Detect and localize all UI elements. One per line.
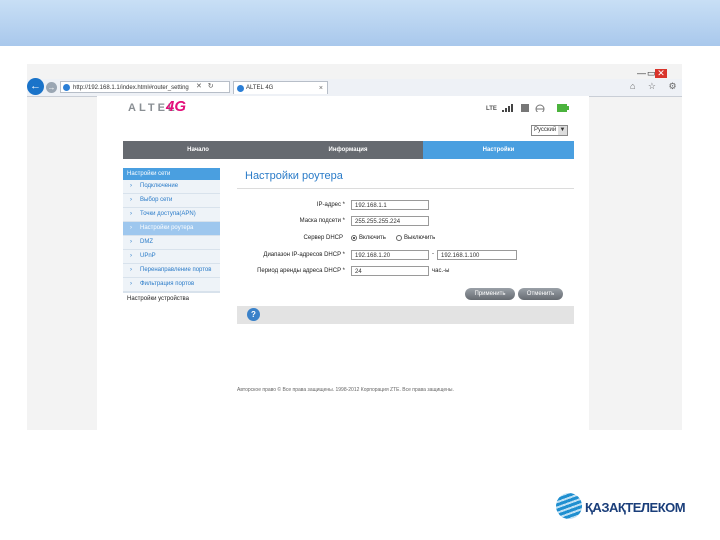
tab-close-icon[interactable]: ×: [319, 82, 323, 95]
close-icon[interactable]: ✕: [655, 69, 667, 78]
brand-name: ҚАЗАҚТЕЛЕКОМ: [585, 500, 686, 515]
altel-4g-logo: 4G: [166, 98, 187, 115]
sidebar-item-dmz[interactable]: DMZ: [123, 236, 220, 250]
nav-tab-home[interactable]: Начало: [123, 141, 273, 159]
minimize-icon[interactable]: —: [637, 69, 646, 78]
sidebar-item-port-forwarding[interactable]: Перенаправление портов: [123, 264, 220, 278]
nav-tab-info[interactable]: Информация: [273, 141, 423, 159]
dhcp-on-label: Включить: [359, 235, 386, 241]
browser-icons[interactable]: ⌂ ☆ ⚙: [630, 81, 682, 92]
apply-button[interactable]: Применить: [465, 288, 515, 300]
sidebar-item-router-settings[interactable]: Настройки роутера: [123, 222, 220, 236]
range-from-input[interactable]: 192.168.1.20: [351, 250, 429, 260]
dhcp-off-label: Выключить: [404, 235, 436, 241]
sidebar-item-network-select[interactable]: Выбор сети: [123, 194, 220, 208]
lease-unit: час.-ы: [432, 268, 450, 274]
sidebar-item-port-filter[interactable]: Фильтрация портов: [123, 278, 220, 292]
cancel-button[interactable]: Отменить: [518, 288, 563, 300]
ip-label: IP-адрес *: [316, 202, 345, 208]
dhcp-off-radio[interactable]: [396, 235, 402, 241]
sidebar-item-apn[interactable]: Точки доступа(APN): [123, 208, 220, 222]
chevron-down-icon: ▼: [558, 126, 567, 135]
address-tools[interactable]: ✕ ↻: [196, 82, 216, 90]
address-text: http://192.168.1.1/index.html#router_set…: [73, 85, 189, 91]
mask-label: Маска подсети *: [299, 218, 345, 224]
top-banner: [0, 0, 720, 46]
globe-icon: [535, 104, 545, 112]
network-type: LTE: [486, 106, 497, 112]
range-separator: -: [432, 251, 434, 257]
dhcp-on-radio[interactable]: [351, 235, 357, 241]
range-to-input[interactable]: 192.168.1.100: [437, 250, 517, 260]
mask-input[interactable]: 255.255.255.224: [351, 216, 429, 226]
sidebar: Настройки сети Подключение Выбор сети То…: [123, 168, 220, 305]
lease-input[interactable]: 24: [351, 266, 429, 276]
ip-input[interactable]: 192.168.1.1: [351, 200, 429, 210]
lease-label: Период аренды адреса DHCP *: [257, 268, 345, 274]
signal-icon: [502, 104, 513, 112]
nav-tab-settings[interactable]: Настройки: [423, 141, 574, 159]
battery-icon: [557, 104, 569, 112]
forward-icon[interactable]: →: [46, 82, 57, 93]
sidebar-item-connection[interactable]: Подключение: [123, 180, 220, 194]
back-icon[interactable]: ←: [27, 78, 44, 95]
ie-icon: [63, 84, 70, 91]
help-bar: [237, 306, 574, 324]
help-icon[interactable]: ?: [247, 308, 260, 321]
browser-tab[interactable]: ALTEL 4G ×: [233, 81, 328, 94]
dhcp-label: Сервер DHCP: [303, 235, 343, 241]
kazakhtelecom-logo-icon: [556, 493, 582, 519]
title-divider: [237, 188, 574, 189]
language-select[interactable]: Русский ▼: [531, 125, 568, 136]
page-title: Настройки роутера: [245, 170, 343, 182]
language-value: Русский: [534, 127, 557, 133]
sim-icon: [521, 104, 529, 112]
sidebar-item-device-settings[interactable]: Настройки устройства: [123, 292, 220, 305]
range-label: Диапазон IP-адресов DHCP *: [263, 252, 345, 258]
main-nav: Начало Информация Настройки: [123, 141, 574, 159]
sidebar-item-upnp[interactable]: UPnP: [123, 250, 220, 264]
tab-label: ALTEL 4G: [246, 85, 274, 91]
copyright: Авторское право © Все права защищены. 19…: [237, 387, 454, 393]
sidebar-head[interactable]: Настройки сети: [123, 168, 220, 180]
ie-icon: [237, 85, 244, 92]
